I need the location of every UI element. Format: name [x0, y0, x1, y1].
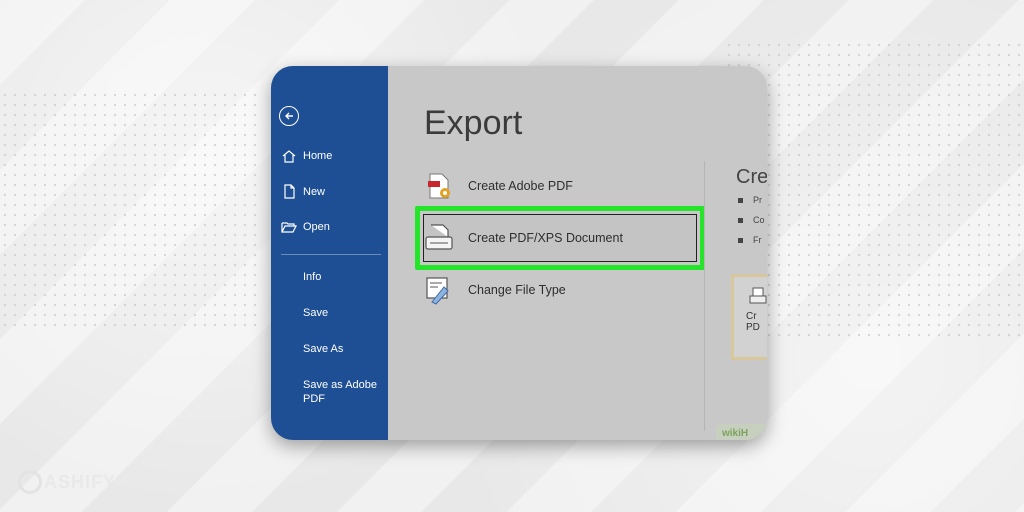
- folder-open-icon: [281, 222, 297, 233]
- sidebar-item-save[interactable]: Save: [303, 307, 328, 319]
- page-title: Export: [424, 104, 523, 142]
- backstage-sidebar: Home New Open Info Save Save As Save as …: [271, 66, 388, 440]
- back-arrow-icon: [285, 112, 293, 120]
- option-label: Create Adobe PDF: [468, 179, 573, 193]
- details-bullet: Pr: [738, 195, 762, 205]
- wikihow-watermark: wikiH: [716, 424, 767, 440]
- change-file-type-icon: [426, 277, 449, 305]
- back-button[interactable]: [279, 106, 299, 126]
- printer-document-icon: [749, 287, 767, 304]
- sidebar-item-save-as-adobe-pdf[interactable]: Save as Adobe PDF: [303, 378, 383, 406]
- sidebar-item-open[interactable]: Open: [281, 220, 330, 234]
- details-bullet: Fr: [738, 235, 762, 245]
- dot-pattern-left: [0, 90, 260, 330]
- adobe-pdf-icon: [428, 173, 450, 199]
- cashify-logo: ASHIFY: [18, 470, 116, 494]
- create-pdf-xps-big-button[interactable]: Cr PD: [731, 274, 767, 360]
- sidebar-item-label: Save: [303, 307, 329, 319]
- option-label: Change File Type: [468, 283, 566, 297]
- details-title: Crea: [736, 166, 767, 188]
- big-button-label-line1: Cr: [746, 311, 757, 322]
- option-label: Create PDF/XPS Document: [468, 231, 623, 245]
- change-file-type-button[interactable]: Change File Type: [424, 275, 566, 305]
- create-pdf-xps-document-button[interactable]: Create PDF/XPS Document: [424, 223, 623, 253]
- export-pane: Export Create Adobe PDF Create PDF/XPS D…: [388, 66, 767, 440]
- sidebar-divider: [281, 254, 381, 255]
- sidebar-item-label: Home: [303, 150, 333, 162]
- sidebar-item-info[interactable]: Info: [303, 271, 321, 283]
- sidebar-item-label: Info: [303, 271, 322, 283]
- sidebar-item-save-as[interactable]: Save As: [303, 343, 343, 355]
- sidebar-item-label: Open: [303, 221, 330, 233]
- create-adobe-pdf-button[interactable]: Create Adobe PDF: [424, 171, 573, 201]
- big-button-label-line2: PD: [746, 322, 760, 333]
- word-export-window: Home New Open Info Save Save As Save as …: [271, 66, 767, 440]
- details-bullet: Co: [738, 215, 765, 225]
- dot-pattern-right: [724, 40, 1024, 340]
- sidebar-item-new[interactable]: New: [281, 184, 325, 199]
- brand-name: ASHIFY: [44, 471, 117, 492]
- sidebar-item-home[interactable]: Home: [281, 149, 332, 163]
- sidebar-item-label: New: [303, 185, 326, 198]
- sidebar-item-label: Save as Adobe PDF: [303, 379, 378, 405]
- cashify-c-icon: [18, 470, 42, 494]
- new-document-icon: [284, 184, 295, 199]
- pane-divider: [704, 161, 705, 431]
- home-icon: [282, 150, 296, 163]
- sidebar-item-label: Save As: [303, 343, 344, 355]
- pdf-xps-document-icon: [425, 224, 453, 250]
